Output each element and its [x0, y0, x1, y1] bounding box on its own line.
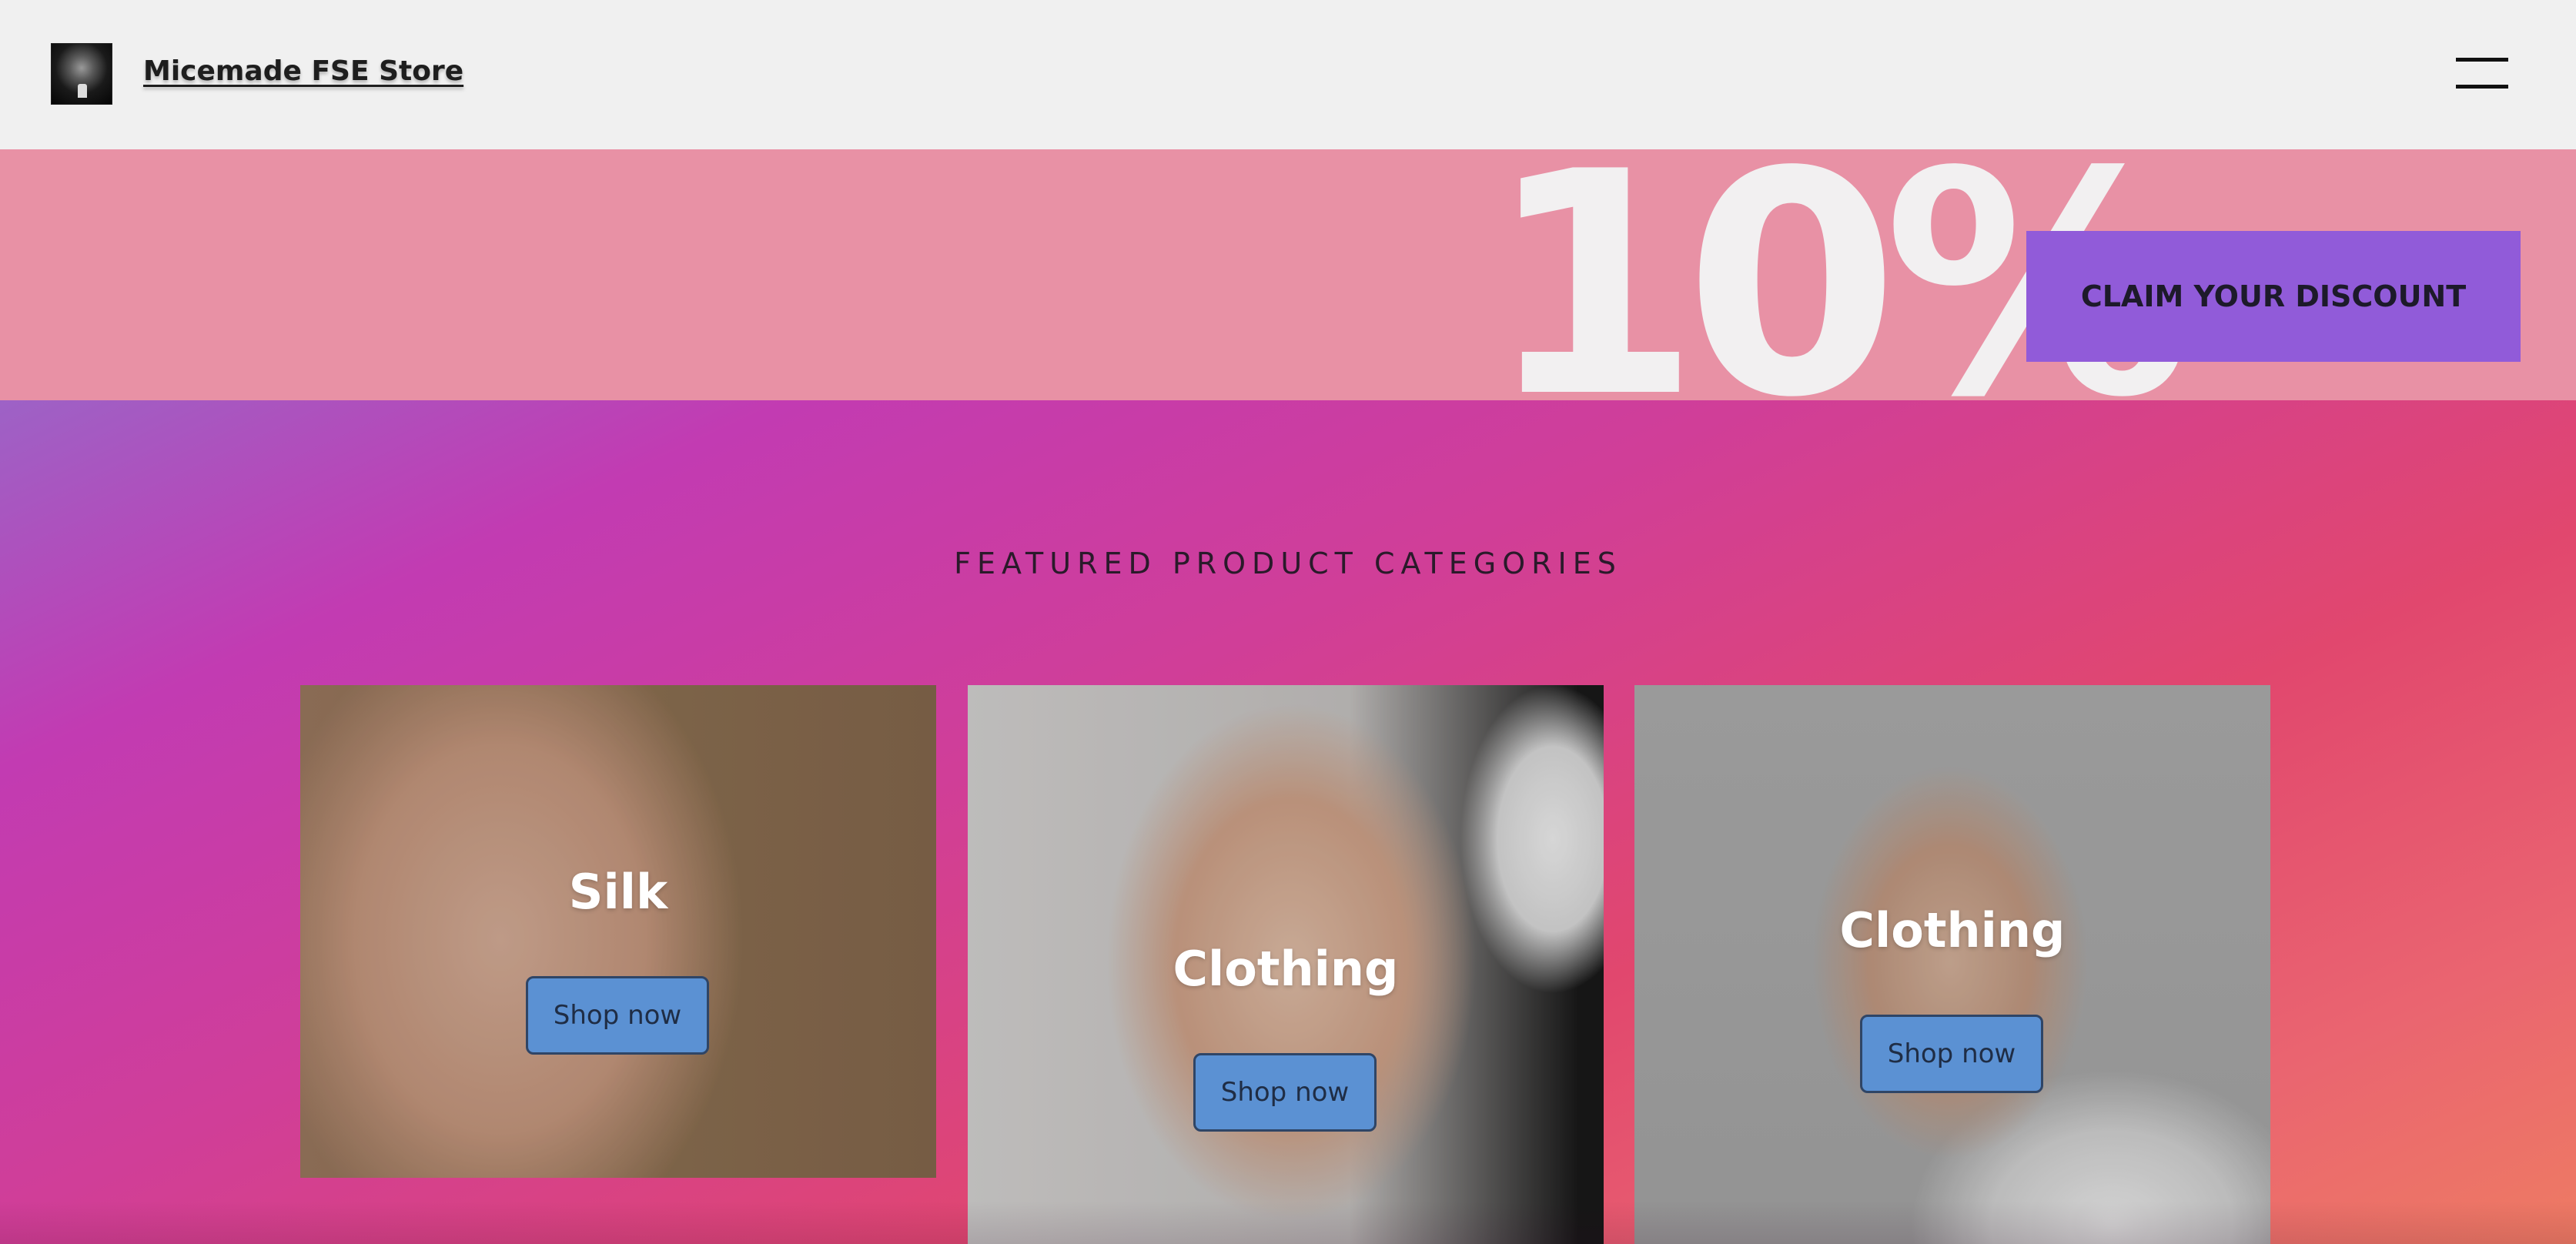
shop-now-button[interactable]: Shop now — [1860, 1015, 2043, 1093]
image-overlay — [1634, 685, 2270, 1244]
store-logo-icon[interactable] — [51, 43, 112, 105]
image-overlay — [300, 685, 936, 1178]
category-title: Clothing — [1173, 941, 1399, 997]
shop-now-button[interactable]: Shop now — [1193, 1053, 1377, 1132]
menu-line-bottom — [2456, 85, 2508, 89]
category-card-silk[interactable]: Silk Shop now — [300, 685, 936, 1178]
shop-now-button[interactable]: Shop now — [526, 976, 709, 1055]
category-title: Clothing — [1839, 902, 2066, 958]
category-title: Silk — [568, 864, 668, 920]
site-title-link[interactable]: Micemade FSE Store — [143, 55, 463, 87]
site-header: Micemade FSE Store — [0, 0, 2576, 149]
featured-heading: FEATURED PRODUCT CATEGORIES — [954, 547, 1622, 580]
hamburger-menu-icon[interactable] — [2456, 54, 2508, 91]
claim-discount-button[interactable]: CLAIM YOUR DISCOUNT — [2026, 231, 2521, 362]
category-card-clothing[interactable]: Clothing Shop now — [968, 685, 1604, 1244]
category-card-clothing-2[interactable]: Clothing Shop now — [1634, 685, 2270, 1244]
menu-line-top — [2456, 58, 2508, 62]
